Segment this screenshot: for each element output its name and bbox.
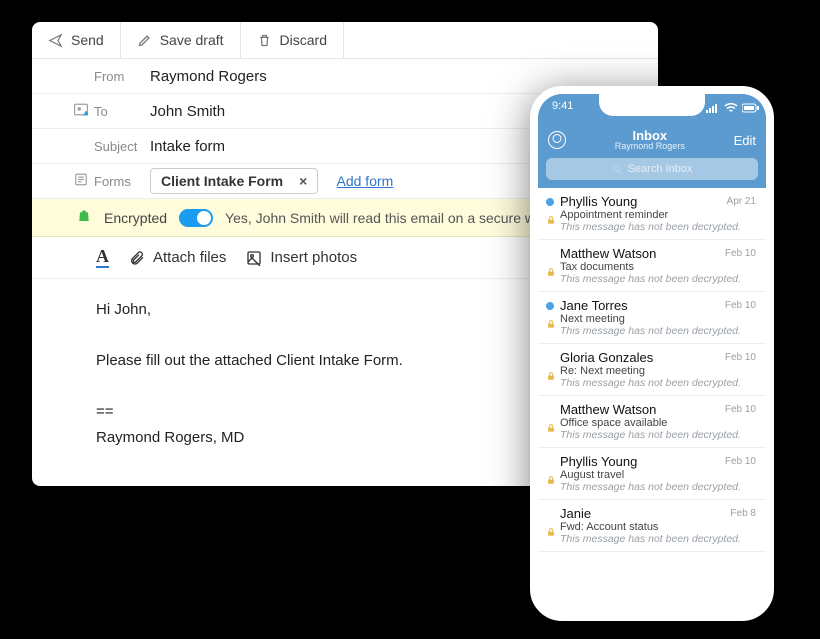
message-list[interactable]: Phyllis YoungApr 21Appointment reminderT…: [538, 188, 766, 613]
compose-toolbar: Send Save draft Discard: [32, 22, 658, 59]
message-warning: This message has not been decrypted.: [560, 325, 756, 337]
attach-files-button[interactable]: Attach files: [129, 249, 226, 266]
attach-label: Attach files: [153, 249, 226, 266]
search-icon: [612, 164, 623, 175]
phone-mockup: 9:41 Inbox Raymond Rogers Edit Search In…: [530, 86, 774, 621]
lock-icon: [546, 524, 556, 534]
form-tag[interactable]: Client Intake Form ×: [150, 168, 318, 194]
image-icon: [246, 250, 262, 266]
save-draft-button[interactable]: Save draft: [121, 22, 241, 58]
message-warning: This message has not been decrypted.: [560, 533, 756, 545]
save-draft-label: Save draft: [160, 32, 224, 48]
letter-a-icon: A: [96, 247, 109, 268]
encrypted-message: Yes, John Smith will read this email on …: [225, 210, 570, 226]
message-warning: This message has not been decrypted.: [560, 377, 756, 389]
pencil-icon: [137, 33, 152, 48]
to-label: To: [32, 104, 150, 119]
message-subject: Re: Next meeting: [560, 365, 756, 377]
wifi-icon: [724, 100, 738, 110]
photos-label: Insert photos: [270, 249, 357, 266]
lock-icon: [546, 212, 556, 222]
insert-photos-button[interactable]: Insert photos: [246, 249, 357, 266]
search-bar: Search Inbox: [538, 158, 766, 188]
message-date: Feb 10: [725, 352, 756, 363]
message-date: Feb 10: [725, 404, 756, 415]
form-tag-remove[interactable]: ×: [299, 173, 307, 189]
message-item[interactable]: Gloria GonzalesFeb 10Re: Next meetingThi…: [538, 344, 766, 396]
message-date: Feb 10: [725, 300, 756, 311]
message-warning: This message has not been decrypted.: [560, 481, 756, 493]
message-warning: This message has not been decrypted.: [560, 429, 756, 441]
send-button[interactable]: Send: [32, 22, 121, 58]
send-label: Send: [71, 32, 104, 48]
lock-icon: [546, 264, 556, 274]
message-date: Feb 10: [725, 248, 756, 259]
message-subject: Fwd: Account status: [560, 521, 756, 533]
search-placeholder: Search Inbox: [628, 163, 693, 175]
forms-label: Forms: [32, 174, 150, 189]
unread-dot: [546, 198, 554, 206]
nav-edit-button[interactable]: Edit: [734, 133, 756, 148]
encrypted-label: Encrypted: [104, 210, 167, 226]
message-item[interactable]: Matthew WatsonFeb 10Tax documentsThis me…: [538, 240, 766, 292]
search-input[interactable]: Search Inbox: [546, 158, 758, 180]
nav-title: Inbox Raymond Rogers: [615, 129, 685, 151]
message-item[interactable]: Phyllis YoungFeb 10August travelThis mes…: [538, 448, 766, 500]
send-icon: [48, 33, 63, 48]
nav-bar: Inbox Raymond Rogers Edit: [538, 122, 766, 158]
message-item[interactable]: Jane TorresFeb 10Next meetingThis messag…: [538, 292, 766, 344]
lock-icon: [546, 368, 556, 378]
avatar-icon[interactable]: [548, 131, 566, 149]
lock-icon: [546, 472, 556, 482]
discard-button[interactable]: Discard: [241, 22, 344, 58]
subject-label: Subject: [32, 139, 150, 154]
from-value[interactable]: Raymond Rogers: [150, 68, 658, 85]
add-form-link[interactable]: Add form: [337, 173, 394, 189]
form-icon: [74, 173, 88, 190]
battery-icon: [742, 100, 756, 110]
message-subject: Next meeting: [560, 313, 756, 325]
message-subject: Office space available: [560, 417, 756, 429]
message-subject: Tax documents: [560, 261, 756, 273]
status-glyphs: [706, 100, 756, 110]
message-subject: August travel: [560, 469, 756, 481]
lock-icon: [546, 316, 556, 326]
form-tag-label: Client Intake Form: [161, 173, 283, 189]
message-item[interactable]: Phyllis YoungApr 21Appointment reminderT…: [538, 188, 766, 240]
message-warning: This message has not been decrypted.: [560, 273, 756, 285]
message-item[interactable]: JanieFeb 8 Fwd: Account statusThis messag…: [538, 500, 766, 552]
message-from: Janie: [560, 506, 756, 521]
message-date: Feb 10: [725, 456, 756, 467]
encrypted-toggle[interactable]: [179, 209, 213, 227]
trash-icon: [257, 33, 272, 48]
unread-dot: [546, 302, 554, 310]
message-subject: Appointment reminder: [560, 209, 756, 221]
status-time: 9:41: [552, 100, 573, 112]
message-date: Apr 21: [727, 196, 756, 207]
notch: [599, 94, 705, 116]
discard-label: Discard: [280, 32, 327, 48]
shopping-bag-icon: [76, 207, 92, 228]
message-item[interactable]: Matthew WatsonFeb 10Office space availab…: [538, 396, 766, 448]
from-label: From: [32, 69, 150, 84]
format-text-button[interactable]: A: [96, 247, 109, 268]
lock-icon: [546, 420, 556, 430]
message-date: Feb 8: [730, 508, 756, 519]
paperclip-icon: [129, 250, 145, 266]
contact-card-icon: [74, 104, 88, 119]
signal-icon: [706, 100, 720, 110]
message-warning: This message has not been decrypted.: [560, 221, 756, 233]
